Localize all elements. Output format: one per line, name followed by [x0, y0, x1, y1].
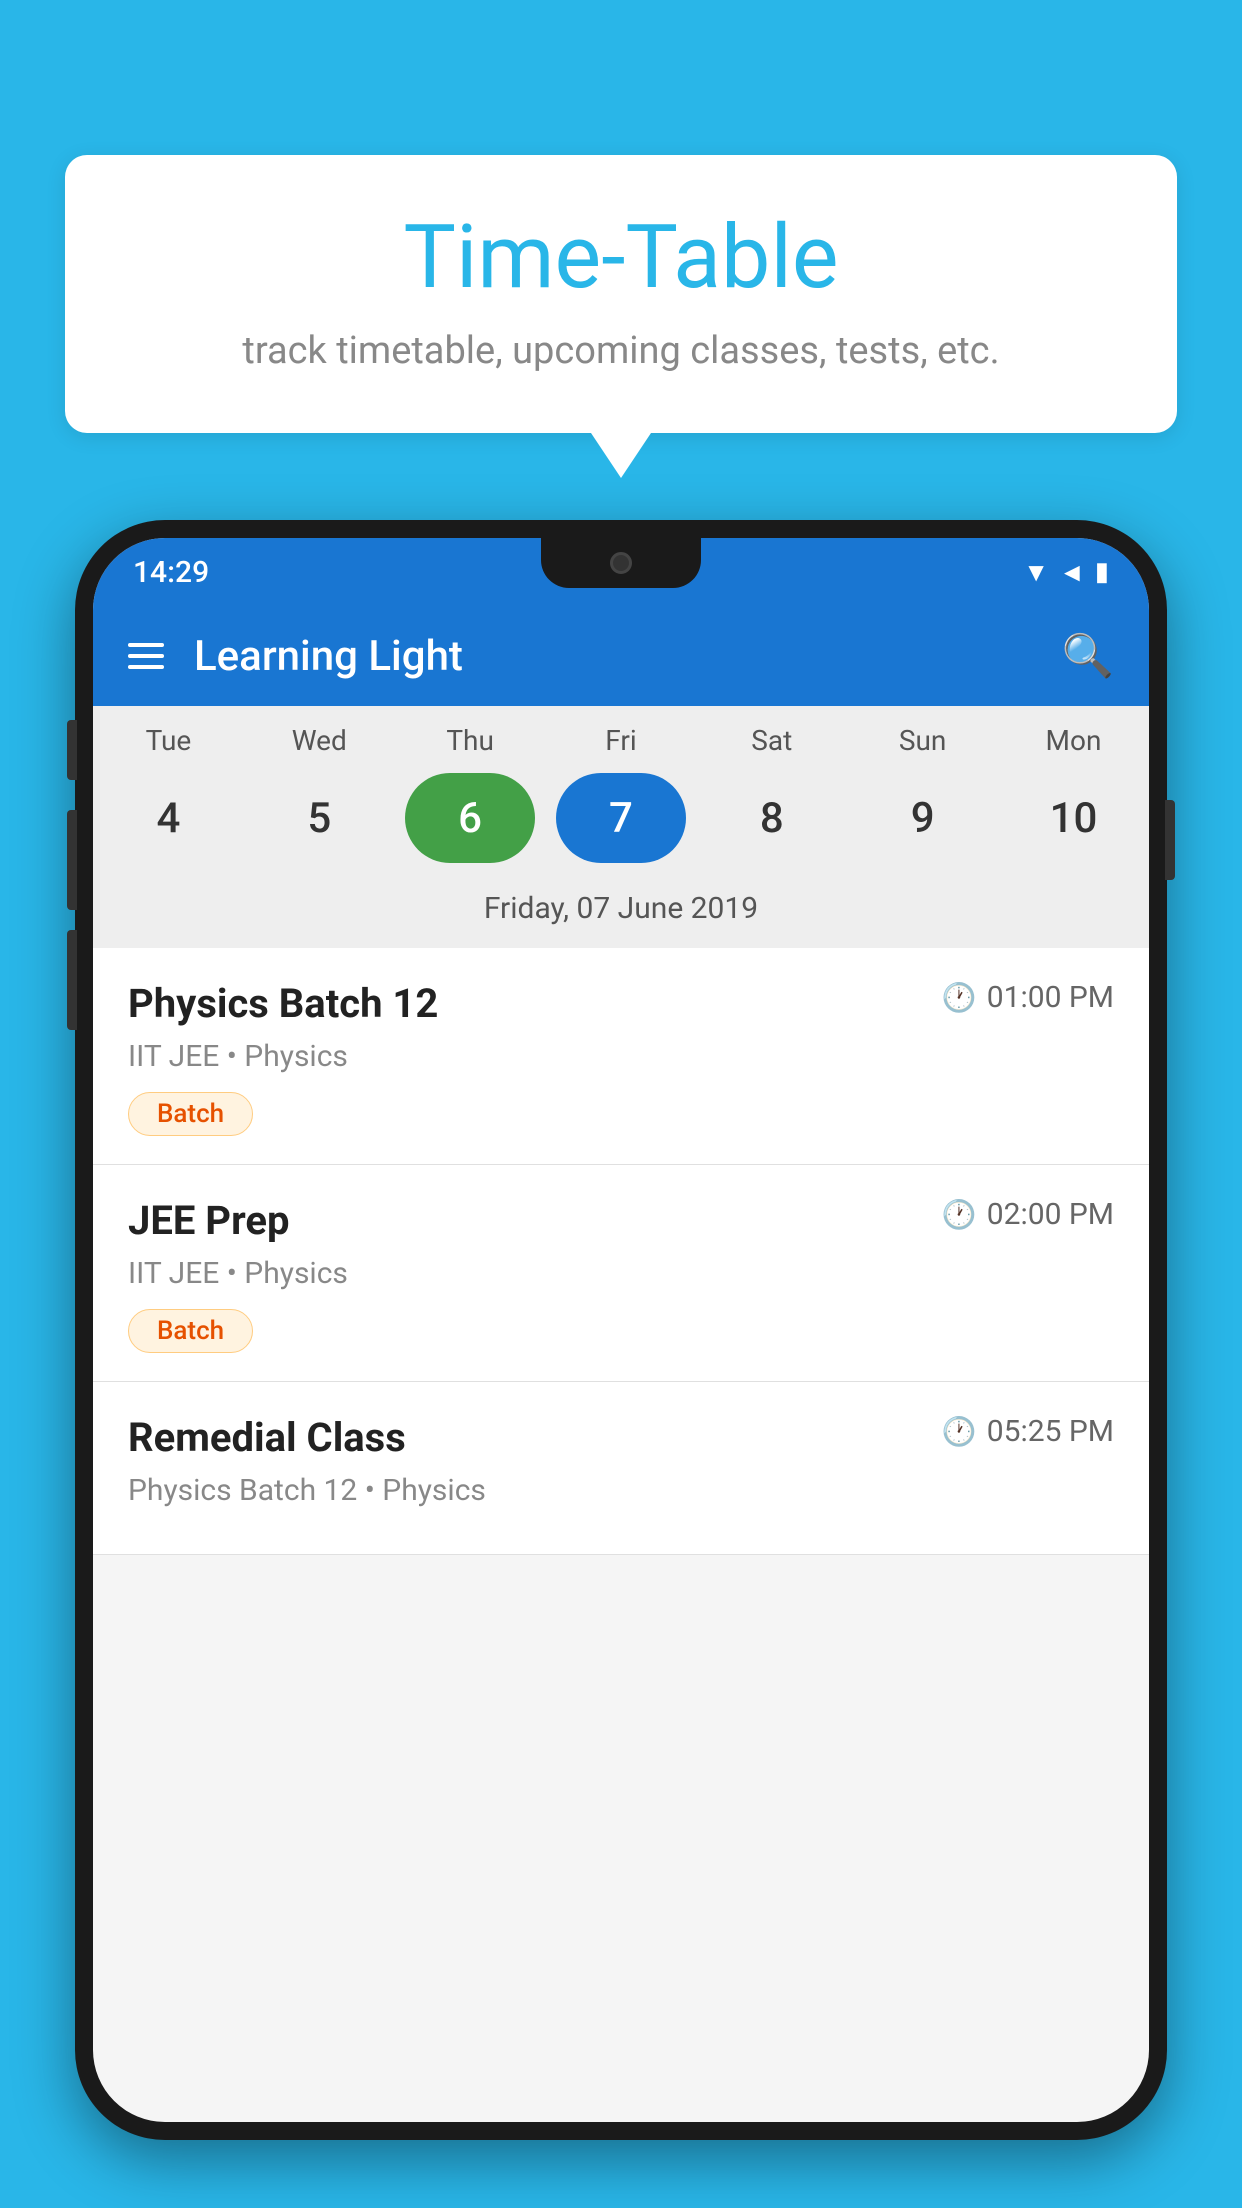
volume-down-button: [67, 930, 77, 1030]
phone-mockup: 14:29 ▼ ◄ ▮ Learning Light 🔍: [75, 520, 1167, 2208]
schedule-item-2-time-text: 02:00 PM: [987, 1197, 1114, 1232]
phone-outer-frame: 14:29 ▼ ◄ ▮ Learning Light 🔍: [75, 520, 1167, 2140]
date-4[interactable]: 4: [103, 773, 233, 863]
power-button: [1165, 800, 1175, 880]
bubble-subtitle: track timetable, upcoming classes, tests…: [125, 329, 1117, 373]
schedule-item-1[interactable]: Physics Batch 12 🕐 01:00 PM IIT JEE • Ph…: [93, 948, 1149, 1165]
date-9[interactable]: 9: [858, 773, 988, 863]
day-label-thu: Thu: [405, 724, 535, 757]
clock-icon-3: 🕐: [942, 1415, 977, 1448]
front-camera: [610, 552, 632, 574]
date-6-today[interactable]: 6: [405, 773, 535, 863]
clock-icon-2: 🕐: [942, 1198, 977, 1231]
app-bar-title: Learning Light: [194, 632, 1032, 681]
schedule-item-2[interactable]: JEE Prep 🕐 02:00 PM IIT JEE • Physics Ba…: [93, 1165, 1149, 1382]
wifi-icon: ▼: [1023, 557, 1049, 588]
battery-icon: ▮: [1095, 557, 1109, 587]
schedule-item-3[interactable]: Remedial Class 🕐 05:25 PM Physics Batch …: [93, 1382, 1149, 1555]
schedule-item-2-subtitle: IIT JEE • Physics: [128, 1256, 1114, 1291]
bubble-title: Time-Table: [125, 210, 1117, 307]
menu-icon[interactable]: [128, 643, 164, 669]
schedule-item-2-title: JEE Prep: [128, 1197, 289, 1244]
schedule-item-1-subtitle: IIT JEE • Physics: [128, 1039, 1114, 1074]
clock-icon-1: 🕐: [942, 981, 977, 1014]
schedule-item-3-subtitle: Physics Batch 12 • Physics: [128, 1473, 1114, 1508]
phone-notch: [541, 538, 701, 588]
schedule-item-1-time: 🕐 01:00 PM: [942, 980, 1114, 1015]
day-label-sun: Sun: [858, 724, 988, 757]
mute-button: [67, 720, 77, 780]
schedule-item-2-badge: Batch: [128, 1309, 253, 1353]
schedule-item-3-title: Remedial Class: [128, 1414, 406, 1461]
schedule-item-3-time: 🕐 05:25 PM: [942, 1414, 1114, 1449]
schedule-item-1-badge: Batch: [128, 1092, 253, 1136]
speech-bubble-card: Time-Table track timetable, upcoming cla…: [65, 155, 1177, 433]
status-time: 14:29: [133, 555, 209, 590]
speech-bubble-tail: [591, 433, 651, 478]
schedule-item-2-time: 🕐 02:00 PM: [942, 1197, 1114, 1232]
dates-row: 4 5 6 7 8 9 10: [93, 765, 1149, 881]
signal-icon: ◄: [1059, 557, 1085, 588]
day-label-tue: Tue: [103, 724, 233, 757]
calendar-section: Tue Wed Thu Fri Sat Sun Mon 4 5 6 7 8 9 …: [93, 706, 1149, 948]
speech-bubble-section: Time-Table track timetable, upcoming cla…: [65, 155, 1177, 478]
phone-screen: 14:29 ▼ ◄ ▮ Learning Light 🔍: [93, 538, 1149, 2122]
days-header: Tue Wed Thu Fri Sat Sun Mon: [93, 706, 1149, 765]
day-label-fri: Fri: [556, 724, 686, 757]
selected-date-label: Friday, 07 June 2019: [93, 881, 1149, 948]
day-label-sat: Sat: [707, 724, 837, 757]
date-5[interactable]: 5: [254, 773, 384, 863]
schedule-list: Physics Batch 12 🕐 01:00 PM IIT JEE • Ph…: [93, 948, 1149, 1555]
search-icon[interactable]: 🔍: [1062, 632, 1114, 681]
schedule-item-1-header: Physics Batch 12 🕐 01:00 PM: [128, 980, 1114, 1027]
schedule-item-2-header: JEE Prep 🕐 02:00 PM: [128, 1197, 1114, 1244]
app-bar: Learning Light 🔍: [93, 606, 1149, 706]
day-label-wed: Wed: [254, 724, 384, 757]
status-icons: ▼ ◄ ▮: [1023, 557, 1109, 588]
schedule-item-3-time-text: 05:25 PM: [987, 1414, 1114, 1449]
volume-up-button: [67, 810, 77, 910]
schedule-item-1-time-text: 01:00 PM: [987, 980, 1114, 1015]
date-8[interactable]: 8: [707, 773, 837, 863]
date-7-selected[interactable]: 7: [556, 773, 686, 863]
day-label-mon: Mon: [1008, 724, 1138, 757]
schedule-item-3-header: Remedial Class 🕐 05:25 PM: [128, 1414, 1114, 1461]
date-10[interactable]: 10: [1008, 773, 1138, 863]
schedule-item-1-title: Physics Batch 12: [128, 980, 438, 1027]
